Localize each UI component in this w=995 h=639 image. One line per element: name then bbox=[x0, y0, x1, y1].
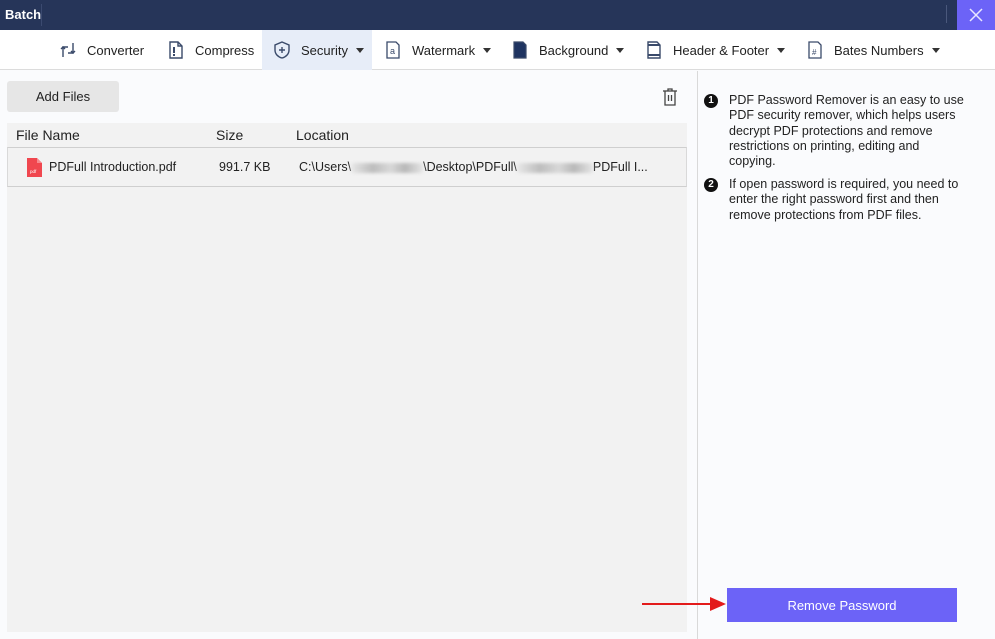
close-icon bbox=[969, 8, 983, 22]
tab-header-footer-label: Header & Footer bbox=[673, 42, 770, 58]
tab-security-label: Security bbox=[301, 42, 348, 58]
redacted-username bbox=[351, 162, 424, 173]
tab-security[interactable]: Security bbox=[262, 30, 372, 70]
annotation-arrow-icon bbox=[642, 597, 726, 611]
tab-background[interactable]: Background bbox=[510, 30, 625, 70]
convert-arrows-icon bbox=[58, 40, 78, 60]
tab-bates-numbers-label: Bates Numbers bbox=[834, 42, 924, 58]
bates-hash-icon: # bbox=[805, 40, 825, 60]
pdf-file-icon: pdf bbox=[27, 158, 42, 177]
info-panel: 1 PDF Password Remover is an easy to use… bbox=[698, 71, 995, 639]
location-middle: \Desktop\PDFull\ bbox=[423, 160, 517, 174]
tab-header-footer[interactable]: Header & Footer bbox=[644, 30, 786, 70]
background-file-icon bbox=[510, 40, 530, 60]
column-header-location[interactable]: Location bbox=[296, 127, 349, 143]
step-number-badge: 1 bbox=[704, 94, 718, 108]
chevron-down-icon bbox=[355, 47, 364, 53]
file-location-cell: C:\Users\ \Desktop\PDFull\ PDFull I... bbox=[299, 160, 648, 174]
chevron-down-icon bbox=[777, 47, 786, 53]
step-number-badge: 2 bbox=[704, 178, 718, 192]
tab-compress[interactable]: Compress bbox=[166, 30, 254, 70]
file-size-cell: 991.7 KB bbox=[219, 160, 271, 174]
shield-plus-icon bbox=[272, 40, 292, 60]
trash-icon[interactable] bbox=[662, 88, 678, 106]
window-title: Batch bbox=[5, 7, 42, 22]
watermark-a-icon: a bbox=[383, 40, 403, 60]
compress-file-icon bbox=[166, 40, 186, 60]
chevron-down-icon bbox=[483, 47, 492, 53]
redacted-folder bbox=[516, 162, 593, 173]
table-row[interactable]: pdf PDFull Introduction.pdf 991.7 KB C:\… bbox=[7, 147, 687, 187]
chevron-down-icon bbox=[616, 47, 625, 53]
add-files-button[interactable]: Add Files bbox=[7, 81, 119, 112]
tab-watermark-label: Watermark bbox=[412, 42, 476, 58]
header-footer-icon bbox=[644, 40, 664, 60]
column-header-file-name[interactable]: File Name bbox=[16, 127, 80, 143]
tab-background-label: Background bbox=[539, 42, 609, 58]
svg-text:#: # bbox=[812, 48, 817, 57]
tab-converter[interactable]: Converter bbox=[58, 30, 144, 70]
file-panel: Add Files File Name Size Location pdf PD… bbox=[0, 71, 697, 639]
tool-toolbar: Converter Compress Security a Watermark … bbox=[0, 30, 995, 70]
chevron-down-icon bbox=[931, 47, 940, 53]
svg-text:pdf: pdf bbox=[30, 169, 37, 174]
table-header: File Name Size Location bbox=[7, 123, 687, 147]
tab-converter-label: Converter bbox=[87, 42, 145, 58]
file-table: File Name Size Location pdf PDFull Intro… bbox=[7, 123, 687, 632]
remove-password-button[interactable]: Remove Password bbox=[727, 588, 957, 622]
location-prefix: C:\Users\ bbox=[299, 160, 352, 174]
title-separator-right bbox=[946, 5, 947, 23]
location-suffix: PDFull I... bbox=[592, 160, 648, 174]
file-name-cell: PDFull Introduction.pdf bbox=[49, 160, 177, 174]
column-header-size[interactable]: Size bbox=[216, 127, 243, 143]
tab-compress-label: Compress bbox=[195, 42, 255, 58]
svg-text:a: a bbox=[390, 46, 395, 56]
info-note-text: If open password is required, you need t… bbox=[729, 177, 959, 222]
tab-bates-numbers[interactable]: # Bates Numbers bbox=[805, 30, 940, 70]
info-note-text: PDF Password Remover is an easy to use P… bbox=[729, 93, 964, 169]
title-bar: Batch bbox=[0, 0, 995, 30]
tab-watermark[interactable]: a Watermark bbox=[383, 30, 492, 70]
title-separator bbox=[41, 4, 42, 26]
close-button[interactable] bbox=[957, 0, 995, 30]
